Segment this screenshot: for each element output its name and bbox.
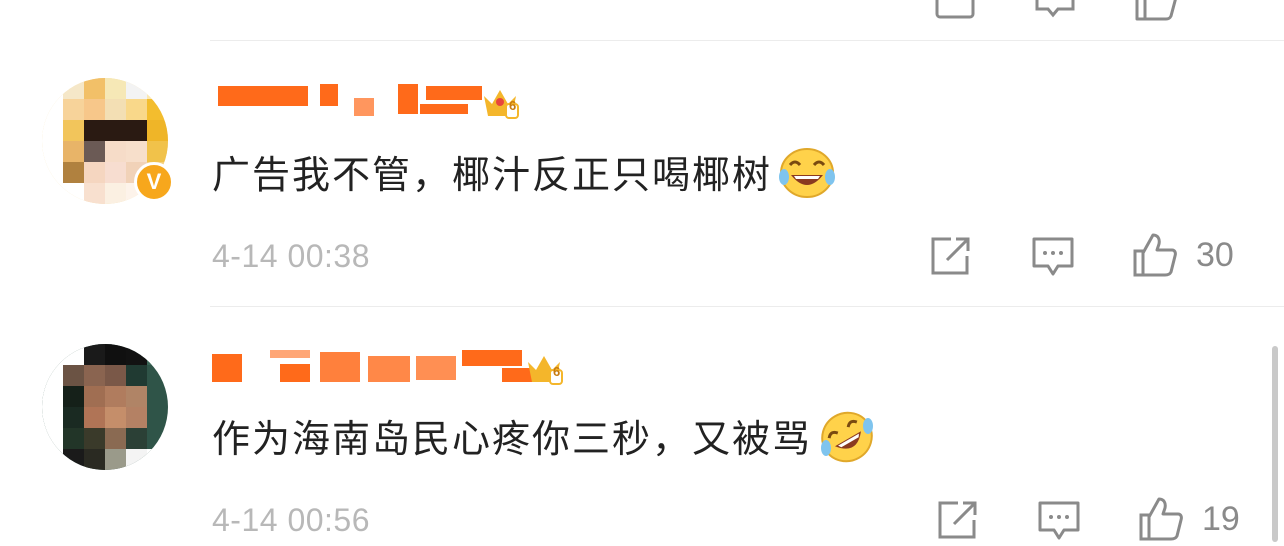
like-count: 30 — [1196, 236, 1234, 274]
scrollbar[interactable] — [1272, 346, 1278, 542]
verified-badge: V — [134, 162, 174, 202]
level-badge: 6 — [509, 98, 517, 113]
comment-icon[interactable] — [1031, 236, 1075, 282]
divider — [210, 40, 1284, 41]
comment-text: 广告我不管，椰汁反正只喝椰树 — [212, 144, 836, 208]
username[interactable]: 6 — [210, 346, 570, 390]
like-icon[interactable] — [1132, 232, 1178, 282]
timestamp: 4-14 00:56 — [212, 502, 371, 538]
repost-icon[interactable] — [934, 0, 976, 24]
like-icon[interactable] — [1134, 0, 1178, 26]
avatar[interactable] — [42, 344, 168, 470]
like-count: 19 — [1202, 500, 1240, 538]
laughing-tears-emoji — [778, 147, 836, 208]
timestamp: 4-14 00:38 — [212, 238, 371, 274]
comment-text-content: 作为海南岛民心疼你三秒，又被骂 — [212, 417, 813, 461]
repost-icon[interactable] — [936, 500, 980, 544]
comment-list: V 6 广告我不管，椰汁反正只喝椰树 4-14 00:38 30 6 作为海南岛… — [0, 0, 1284, 546]
username-obscured — [210, 346, 532, 390]
comment-icon[interactable] — [1034, 0, 1076, 24]
divider — [210, 306, 1284, 307]
level-badge: 6 — [553, 364, 561, 379]
comment-text: 作为海南岛民心疼你三秒，又被骂 — [212, 408, 876, 473]
comment-text-content: 广告我不管，椰汁反正只喝椰树 — [212, 153, 773, 197]
username-obscured — [210, 82, 510, 126]
repost-icon[interactable] — [929, 236, 973, 280]
previous-comment-footer — [0, 0, 1284, 21]
rolling-laughing-emoji — [818, 410, 876, 473]
avatar-mosaic — [42, 344, 168, 470]
comment-icon[interactable] — [1037, 500, 1081, 546]
like-icon[interactable] — [1138, 496, 1184, 546]
username[interactable]: 6 — [210, 82, 570, 126]
